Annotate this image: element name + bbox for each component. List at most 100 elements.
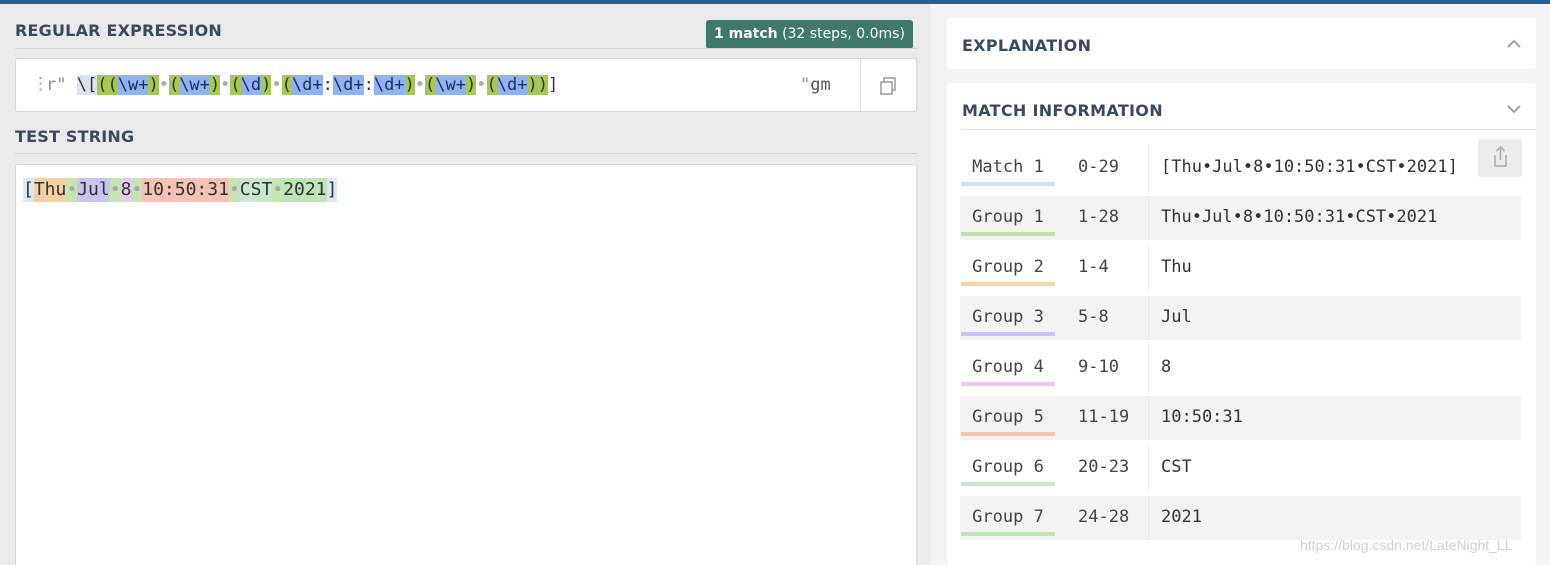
regex-token: \[ <box>76 75 98 95</box>
match-info-name: Group 2 <box>972 257 1044 277</box>
match-info-range: 1-28 <box>1078 207 1119 227</box>
share-icon <box>1494 145 1507 167</box>
regex-token: ( <box>107 75 118 95</box>
match-info-name: Group 5 <box>972 407 1044 427</box>
regex-input[interactable]: r" \[((\w+)•(\w+)•(\d)•(\d+:\d+:\d+)•(\w… <box>46 75 558 96</box>
regex-token: ( <box>230 75 241 95</box>
match-info-value: CST <box>1161 457 1192 477</box>
match-info-range: 1-4 <box>1078 257 1109 277</box>
match-info-value: 8 <box>1161 357 1172 377</box>
group-color-underline <box>961 232 1055 236</box>
explanation-panel[interactable]: EXPLANATION <box>947 18 1536 69</box>
test-string-input[interactable]: [Thu•Jul•8•10:50:31•CST•2021] <box>23 178 338 202</box>
regex-input-box[interactable]: ⋮ r" \[((\w+)•(\w+)•(\d)•(\d+:\d+:\d+)•(… <box>15 58 917 112</box>
section-divider <box>15 153 917 154</box>
regex-token: \d+ <box>332 75 364 95</box>
group-color-underline <box>961 282 1055 286</box>
test-string-box[interactable]: [Thu•Jul•8•10:50:31•CST•2021] <box>15 164 917 565</box>
regex-delimiter-close: " <box>800 75 811 95</box>
regex-token: • <box>476 75 487 95</box>
regex-token: \w+ <box>179 75 210 95</box>
explanation-title: EXPLANATION <box>962 36 1092 55</box>
test-string-segment: Thu <box>33 178 67 202</box>
match-info-name: Group 6 <box>972 457 1044 477</box>
regex-flags[interactable]: "gm <box>800 75 831 96</box>
match-info-value: 2021 <box>1161 507 1202 527</box>
match-info-row[interactable]: Match 1 0-29 [Thu•Jul•8•10:50:31•CST•2021] <box>960 146 1521 190</box>
column-divider <box>1148 346 1149 390</box>
match-info-value: [Thu•Jul•8•10:50:31•CST•2021] <box>1161 157 1458 177</box>
column-divider <box>1148 146 1149 190</box>
regex-token: \d <box>240 75 262 95</box>
regex-token: ( <box>486 75 497 95</box>
group-color-underline <box>961 482 1055 486</box>
group-color-underline <box>961 382 1055 386</box>
test-string-segment: CST <box>239 178 273 202</box>
match-info-name: Group 1 <box>972 207 1044 227</box>
copy-divider <box>860 59 861 111</box>
match-info-row[interactable]: Group 4 9-10 8 <box>960 346 1521 390</box>
match-info-row[interactable]: Group 1 1-28 Thu•Jul•8•10:50:31•CST•2021 <box>960 196 1521 240</box>
test-string-segment: • <box>228 178 240 202</box>
match-info-row[interactable]: Group 5 11-19 10:50:31 <box>960 396 1521 440</box>
test-string-segment: [ <box>23 179 34 200</box>
panel-divider <box>961 129 1536 130</box>
regex-token: : <box>363 75 374 95</box>
copy-icon[interactable] <box>876 74 900 98</box>
test-section-title: TEST STRING <box>15 127 135 146</box>
regex-token: \d+ <box>373 75 405 95</box>
match-info-name: Group 3 <box>972 307 1044 327</box>
match-info-name: Match 1 <box>972 157 1044 177</box>
match-info-value: 10:50:31 <box>1161 407 1243 427</box>
regex-token: \w+ <box>117 75 149 95</box>
regex-token: ( <box>97 75 108 95</box>
regex-token: ) <box>261 75 272 95</box>
regex-token: • <box>271 75 282 95</box>
match-info-range: 5-8 <box>1078 307 1109 327</box>
regex-token: ) <box>527 75 538 95</box>
match-info-name: Group 7 <box>972 507 1044 527</box>
test-string-segment: • <box>66 178 78 202</box>
regex-token: ( <box>281 75 292 95</box>
match-info-row[interactable]: Group 7 24-28 2021 <box>960 496 1521 540</box>
chevron-down-icon[interactable] <box>1506 101 1522 117</box>
test-string-segment: 8 <box>120 178 132 202</box>
editor-pane: REGULAR EXPRESSION 1 match (32 steps, 0.… <box>0 4 931 565</box>
regex-token: ) <box>537 75 548 95</box>
test-string-segment: • <box>131 178 143 202</box>
section-divider <box>15 48 917 49</box>
match-info-value: Jul <box>1161 307 1192 327</box>
regex-flags-text: gm <box>810 75 831 95</box>
group-color-underline <box>961 532 1055 536</box>
group-color-underline <box>961 432 1055 436</box>
share-button[interactable] <box>1478 139 1522 177</box>
column-divider <box>1148 296 1149 340</box>
match-info-row[interactable]: Group 6 20-23 CST <box>960 446 1521 490</box>
match-info-row[interactable]: Group 2 1-4 Thu <box>960 246 1521 290</box>
regex-token: ) <box>466 75 477 95</box>
regex-token: • <box>414 75 426 95</box>
regex-token: : <box>322 75 333 95</box>
test-string-segment: Jul <box>77 178 110 202</box>
match-steps: (32 steps, 0.0ms) <box>782 26 905 42</box>
column-divider <box>1148 196 1149 240</box>
column-divider <box>1148 496 1149 540</box>
match-info-value: Thu <box>1161 257 1192 277</box>
match-info-row[interactable]: Group 3 5-8 Jul <box>960 296 1521 340</box>
column-divider <box>1148 446 1149 490</box>
regex-token: ) <box>148 75 159 95</box>
regex-section-title: REGULAR EXPRESSION <box>15 21 222 40</box>
regex-token: ( <box>425 75 436 95</box>
regex-token: ) <box>404 75 415 95</box>
regex-token: • <box>158 75 169 95</box>
match-count-badge: 1 match (32 steps, 0.0ms) <box>706 20 913 49</box>
regex-token: ] <box>547 75 559 95</box>
match-info-name: Group 4 <box>972 357 1044 377</box>
regex-pattern: \[((\w+)•(\w+)•(\d)•(\d+:\d+:\d+)•(\w+)•… <box>76 75 559 95</box>
column-divider <box>1148 396 1149 440</box>
regex-token: ) <box>209 75 221 95</box>
chevron-up-icon[interactable] <box>1506 36 1522 52</box>
regex-delimiter-open: r" <box>46 75 67 95</box>
regex-token: \d+ <box>291 75 323 95</box>
match-info-range: 24-28 <box>1078 507 1130 527</box>
